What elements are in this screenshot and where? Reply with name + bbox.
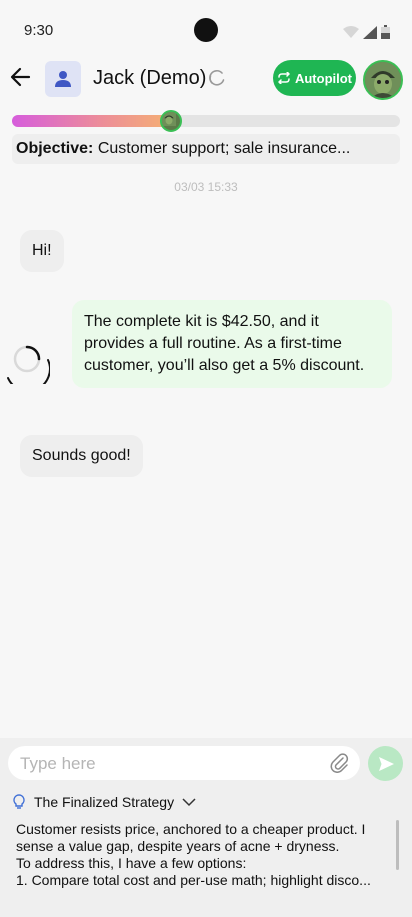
message-input[interactable]: Type here [8, 746, 360, 780]
chevron-down-icon [182, 798, 196, 807]
front-camera [194, 18, 218, 42]
wifi-icon [343, 26, 359, 38]
contact-name[interactable]: Jack (Demo) [93, 67, 206, 90]
person-icon [55, 71, 71, 87]
objective-label: Objective: [16, 140, 94, 157]
paperclip-icon[interactable] [330, 753, 350, 773]
autopilot-loop-icon [278, 72, 290, 84]
strategy-line: 1. Compare total cost and per-use math; … [16, 872, 371, 888]
message-input-placeholder: Type here [20, 754, 96, 773]
system-icons [343, 25, 390, 39]
composer-panel: Type here The Finalized Strategy Custome… [0, 738, 412, 917]
autopilot-button[interactable]: Autopilot [273, 60, 356, 96]
character-avatar-image [365, 62, 401, 98]
signal-icon [363, 25, 377, 39]
contact-avatar[interactable] [45, 61, 81, 97]
progress-fill [12, 115, 172, 127]
battery-icon [381, 25, 390, 39]
autopilot-label: Autopilot [294, 70, 353, 86]
strategy-line: sense a value gap, despite years of acne… [16, 838, 340, 854]
back-arrow-icon[interactable] [8, 64, 34, 90]
strategy-toggle[interactable]: The Finalized Strategy [12, 794, 196, 810]
send-icon [378, 756, 394, 771]
send-button[interactable] [368, 746, 403, 781]
strategy-line: To address this, I have a few options: [16, 855, 247, 871]
outgoing-message: The complete kit is $42.50, and it provi… [72, 300, 392, 388]
objective-banner[interactable]: Objective: Customer support; sale insura… [12, 134, 400, 164]
strategy-scrollbar[interactable] [396, 820, 399, 870]
objective-value: Customer support; sale insurance... [97, 140, 351, 157]
loading-spinner-icon [7, 345, 50, 384]
strategy-line: Customer resists price, anchored to a ch… [16, 821, 366, 837]
refresh-icon[interactable] [208, 69, 226, 87]
strategy-text: Customer resists price, anchored to a ch… [16, 821, 396, 889]
status-time: 9:30 [24, 22, 54, 39]
chat-header: Jack (Demo) Autopilot [0, 52, 412, 106]
message-timestamp: 03/03 15:33 [174, 180, 238, 194]
incoming-message: Hi! [20, 230, 64, 272]
objective-text: Objective: Customer support; sale insura… [16, 140, 392, 158]
progress-avatar-marker [160, 110, 183, 132]
lightbulb-icon [13, 794, 25, 809]
user-avatar[interactable] [363, 60, 403, 100]
strategy-title: The Finalized Strategy [34, 794, 175, 810]
objective-progress-bar [12, 110, 400, 132]
incoming-message: Sounds good! [20, 435, 143, 477]
